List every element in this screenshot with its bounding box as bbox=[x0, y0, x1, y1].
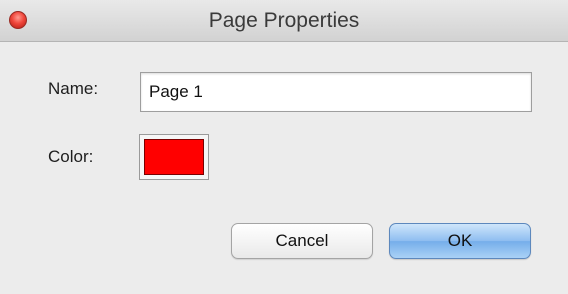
name-label: Name: bbox=[48, 79, 99, 98]
color-swatch bbox=[144, 139, 204, 175]
title-bar[interactable]: Page Properties bbox=[0, 0, 568, 42]
page-properties-dialog: Page Properties Name: Color: Cancel OK bbox=[0, 0, 568, 294]
ok-button[interactable]: OK bbox=[389, 223, 531, 259]
name-field[interactable] bbox=[140, 72, 532, 112]
close-icon[interactable] bbox=[9, 11, 27, 29]
color-well[interactable] bbox=[139, 134, 209, 180]
cancel-button[interactable]: Cancel bbox=[231, 223, 373, 259]
dialog-title: Page Properties bbox=[208, 9, 360, 32]
color-label: Color: bbox=[48, 147, 94, 166]
